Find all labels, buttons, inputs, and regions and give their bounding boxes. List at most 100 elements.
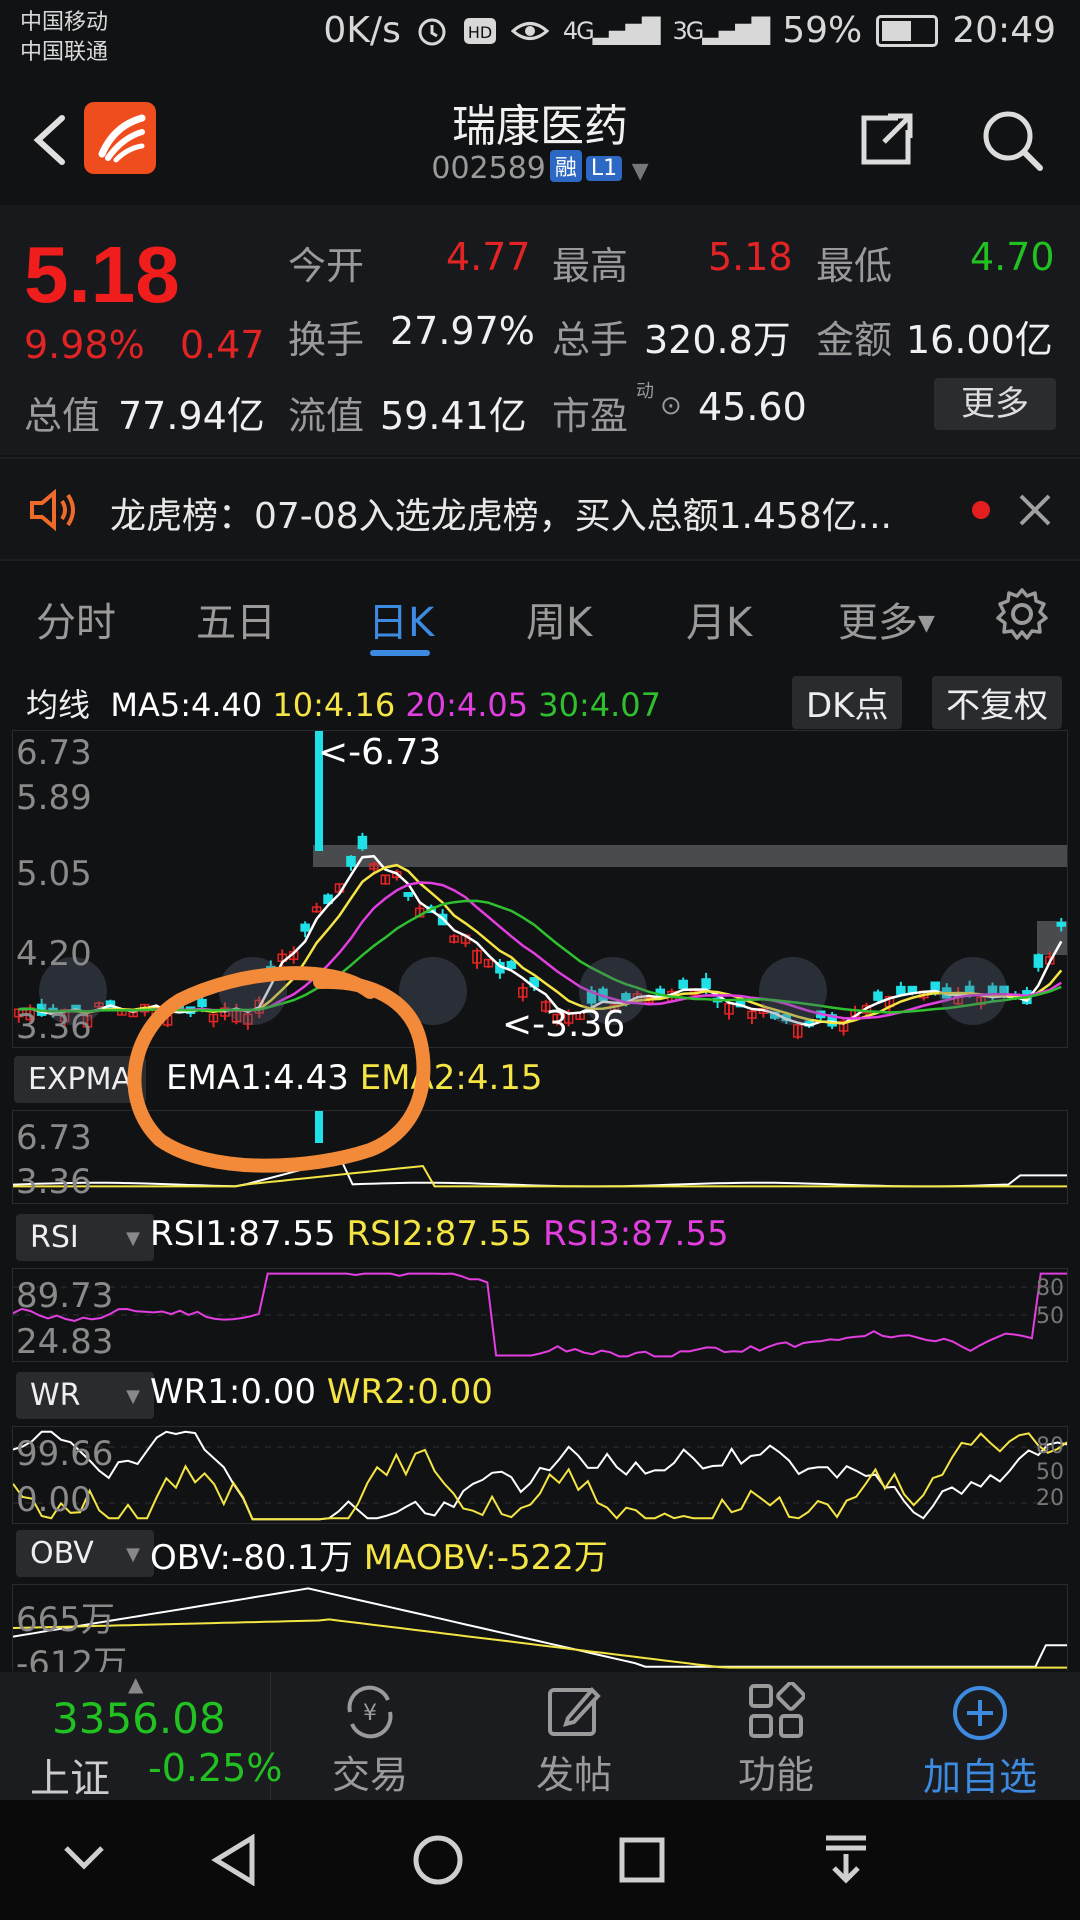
rsi-chart xyxy=(12,1272,1067,1358)
dk-point-button[interactable]: DK点 xyxy=(792,676,903,729)
yuan-exchange-icon: ¥ xyxy=(347,1685,393,1739)
alarm-icon xyxy=(418,18,446,45)
wr1-value: WR1:0.00 xyxy=(150,1372,317,1412)
rsi-axis-1: 89.73 xyxy=(16,1276,114,1316)
svg-text:HD: HD xyxy=(468,23,492,42)
expma-axis-2: 3.36 xyxy=(16,1162,92,1202)
resistance-band xyxy=(313,845,1067,867)
more-button[interactable]: 更多 xyxy=(934,378,1056,430)
add-watchlist-label: 加自选 xyxy=(922,1755,1037,1799)
edit-post-icon xyxy=(548,1687,601,1736)
ma10-value: 10:4.16 xyxy=(272,686,396,724)
nav-back-icon[interactable] xyxy=(210,1834,258,1886)
post-button[interactable]: 发帖 xyxy=(504,1672,644,1800)
kline-candle xyxy=(930,981,941,992)
change-percent: 9.98% xyxy=(24,323,145,367)
tab-monthly-k[interactable]: 月K xyxy=(686,590,752,648)
tab-five-day[interactable]: 五日 xyxy=(196,590,276,648)
maobv-line xyxy=(13,1618,1067,1669)
function-label: 功能 xyxy=(737,1753,814,1797)
open-value: 4.77 xyxy=(446,235,531,279)
kline-axis-2: 5.89 xyxy=(16,778,92,818)
bottom-toolbar: ▲ 3356.08 上证 -0.25% ¥ 交易 发帖 功能 加自选 xyxy=(0,1672,1080,1802)
change-amount: 0.47 xyxy=(180,323,265,367)
wr-panel[interactable] xyxy=(12,1426,1068,1524)
add-watchlist-button[interactable]: 加自选 xyxy=(900,1672,1060,1800)
index-ticker[interactable]: ▲ 3356.08 上证 -0.25% xyxy=(0,1672,282,1802)
turnover-label: 换手 xyxy=(288,318,365,362)
wr-values: WR1:0.00 WR2:0.00 xyxy=(150,1372,493,1412)
stock-code-row[interactable]: 002589 融 L1 ▼ xyxy=(0,150,1080,186)
turnover-value: 27.97% xyxy=(390,309,535,353)
app-header: 瑞康医药 002589 融 L1 ▼ xyxy=(0,80,1080,205)
amount-value: 16.00亿 xyxy=(906,318,1053,362)
caret-down-icon: ▼ xyxy=(126,1228,140,1249)
kline-candle xyxy=(506,960,517,969)
kline-candle xyxy=(896,985,906,995)
chevron-down-icon[interactable]: ▼ xyxy=(632,159,649,184)
trade-button[interactable]: ¥ 交易 xyxy=(300,1672,440,1800)
open-label: 今开 xyxy=(288,244,365,288)
kline-candle xyxy=(678,979,688,990)
function-button[interactable]: 功能 xyxy=(706,1672,846,1800)
rsi2-value: RSI2:87.55 xyxy=(346,1214,533,1254)
signal-3g-icon: 3G▂▄▆█ xyxy=(672,16,771,45)
rsi-line xyxy=(12,1272,1067,1358)
carrier-1: 中国移动 xyxy=(20,10,109,35)
nav-pulldown-icon[interactable] xyxy=(822,1832,870,1886)
obv-panel[interactable] xyxy=(12,1584,1068,1671)
eye-icon xyxy=(510,21,549,40)
share-icon[interactable] xyxy=(858,108,918,168)
status-bar: 中国移动 中国联通 0K/s HD 4G▂▄▆█ 3G▂▄▆█ 59% 20:4… xyxy=(0,0,1080,80)
kline-candle xyxy=(357,835,368,850)
kline-candle xyxy=(300,923,310,932)
mcap-value: 77.94亿 xyxy=(118,394,265,438)
tab-intraday[interactable]: 分时 xyxy=(36,590,116,648)
clock: 20:49 xyxy=(952,10,1056,51)
plus-circle-icon xyxy=(953,1686,1007,1740)
tab-weekly-k[interactable]: 周K xyxy=(526,590,592,648)
wr-axis-1: 99.66 xyxy=(16,1434,114,1474)
pe-value: 45.60 xyxy=(698,385,807,429)
kline-axis-3: 5.05 xyxy=(16,854,92,894)
period-tabs: 分时 五日 日K 周K 月K 更多▼ xyxy=(0,560,1080,670)
obv-line xyxy=(13,1587,1067,1668)
low-value: 4.70 xyxy=(970,235,1055,279)
info-dots-icon[interactable]: ⊙ xyxy=(660,391,682,421)
high-label: 最高 xyxy=(552,244,629,288)
tab-daily-k[interactable]: 日K xyxy=(368,590,434,648)
close-icon[interactable] xyxy=(1018,493,1052,527)
obv-value: OBV:-80.1万 xyxy=(150,1538,353,1578)
kline-low-marker: <-3.36 xyxy=(502,1004,626,1045)
settings-gear-icon[interactable] xyxy=(994,586,1050,642)
wr1-line xyxy=(12,1430,1068,1521)
rsi-right-axis-1: 80 xyxy=(1036,1276,1064,1301)
pe-dynamic-mark: 动 xyxy=(636,381,654,402)
stock-name: 瑞康医药 xyxy=(452,101,628,152)
carrier-info: 中国移动 中国联通 xyxy=(20,8,108,68)
tab-more[interactable]: 更多▼ xyxy=(838,590,935,648)
nav-home-icon[interactable] xyxy=(412,1834,464,1886)
dragon-tiger-notice[interactable]: 龙虎榜：07-08入选龙虎榜，买入总额1.458亿... xyxy=(0,457,1080,561)
rsi-tag[interactable]: RSI ▼ xyxy=(16,1214,154,1261)
nav-recents-icon[interactable] xyxy=(618,1836,666,1884)
wr-right-axis-3: 20 xyxy=(1036,1486,1064,1511)
kline-candle xyxy=(1033,954,1044,968)
quote-panel: 5.18 9.98% 0.47 今开 4.77 最高 5.18 最低 4.70 … xyxy=(0,205,1080,455)
kline-high-marker: <-6.73 xyxy=(318,732,442,773)
wr-right-axis-2: 50 xyxy=(1036,1460,1064,1485)
kline-candle xyxy=(907,985,918,994)
rsi-axis-2: 24.83 xyxy=(16,1322,114,1362)
rsi-panel[interactable] xyxy=(12,1268,1068,1362)
obv-values: OBV:-80.1万 MAOBV:-522万 xyxy=(150,1530,608,1579)
chevron-down-icon[interactable] xyxy=(62,1842,106,1872)
caret-down-icon: ▼ xyxy=(126,1386,140,1407)
search-icon[interactable] xyxy=(980,108,1044,172)
adjust-button[interactable]: 不复权 xyxy=(932,676,1062,729)
kline-axis-1: 6.73 xyxy=(16,733,92,773)
wr-tag[interactable]: WR ▼ xyxy=(16,1372,154,1419)
wr2-value: WR2:0.00 xyxy=(326,1372,493,1412)
kline-candle xyxy=(346,855,356,867)
obv-tag[interactable]: OBV ▼ xyxy=(16,1530,154,1577)
maobv-value: MAOBV:-522万 xyxy=(363,1538,608,1578)
